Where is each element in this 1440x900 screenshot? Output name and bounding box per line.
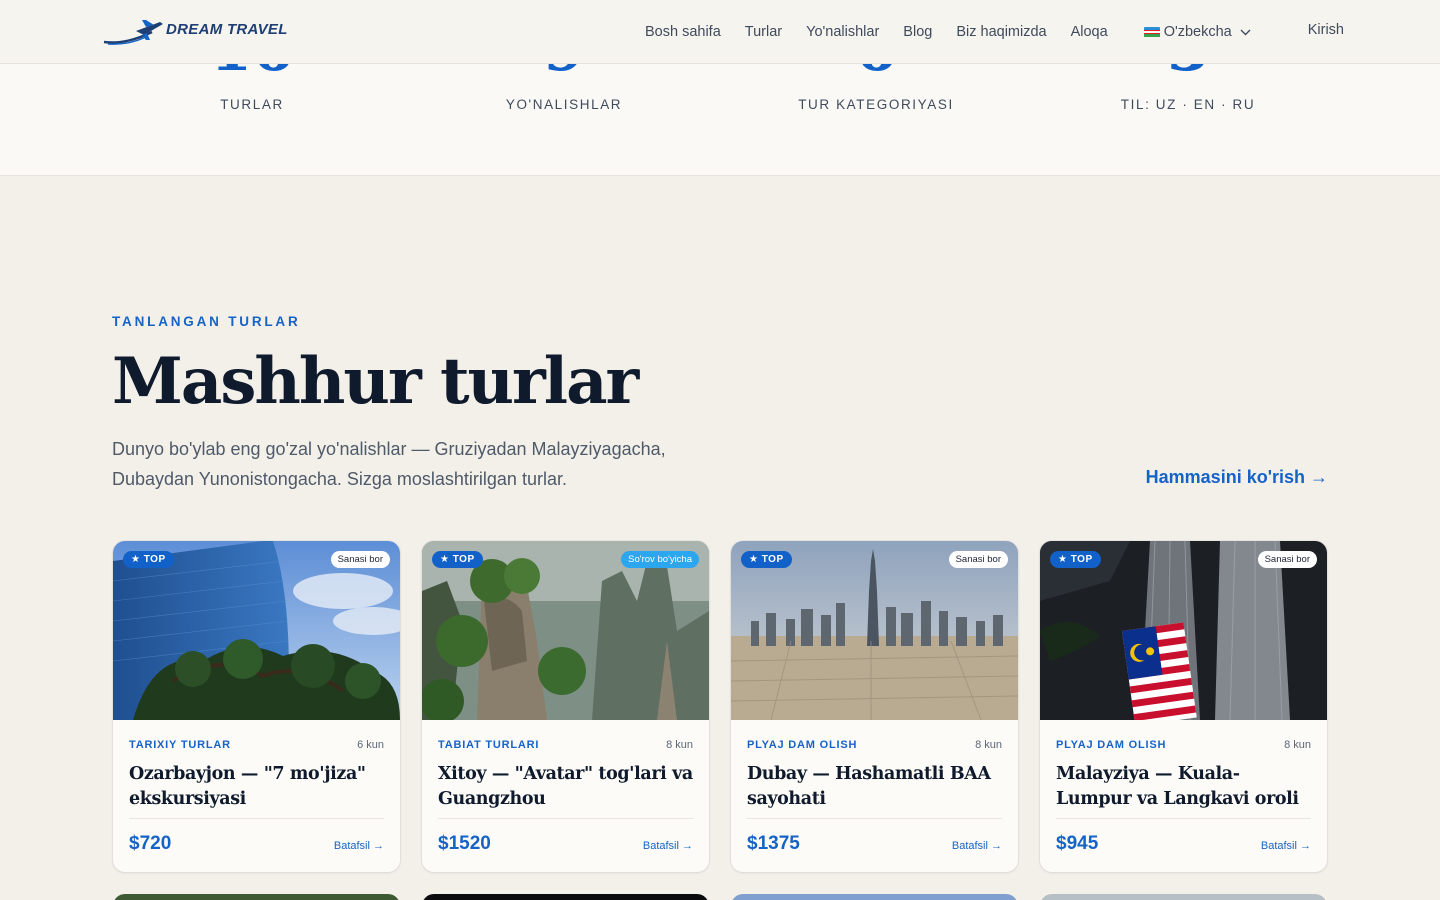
- top-badge: ★ TOP: [1050, 551, 1101, 568]
- top-badge: ★ TOP: [432, 551, 483, 568]
- uzbekistan-flag-icon: [1143, 26, 1160, 38]
- details-link[interactable]: Batafsil →: [952, 840, 1002, 852]
- tour-price: $945: [1056, 833, 1099, 854]
- top-badge: ★ TOP: [123, 551, 174, 568]
- section-title: Mashhur turlar: [112, 344, 639, 419]
- top-badge: ★ TOP: [741, 551, 792, 568]
- section-subtitle: Dunyo bo'ylab eng go'zal yo'nalishlar — …: [112, 439, 666, 489]
- chevron-down-icon: [1240, 29, 1251, 35]
- divider: [438, 818, 693, 819]
- tour-card[interactable]: ★ TOP Sanasi bor PLYAJ DAM OLISH 8 kun D…: [731, 541, 1018, 872]
- details-link[interactable]: Batafsil →: [334, 840, 384, 852]
- divider: [747, 818, 1002, 819]
- main-nav: Bosh sahifa Turlar Yo'nalishlar Blog Biz…: [645, 0, 1251, 64]
- language-label: O'zbekcha: [1163, 24, 1232, 40]
- login-link[interactable]: Kirish: [1308, 22, 1344, 38]
- tour-category: PLYAJ DAM OLISH: [747, 739, 858, 751]
- site-header: DREAM TRAVEL Bosh sahifa Turlar Yo'nalis…: [0, 0, 1440, 64]
- date-badge: So'rov bo'yicha: [621, 551, 699, 568]
- section-eyebrow: TANLANGAN TURLAR: [112, 314, 301, 329]
- tour-category: PLYAJ DAM OLISH: [1056, 739, 1167, 751]
- divider: [129, 818, 384, 819]
- details-link[interactable]: Batafsil →: [1261, 840, 1311, 852]
- tour-title[interactable]: Ozarbayjon — "7 mo'jiza" ekskursiyasi: [129, 762, 384, 812]
- nav-item-tours[interactable]: Turlar: [745, 24, 782, 40]
- nav-item-home[interactable]: Bosh sahifa: [645, 24, 721, 40]
- stat-label: YO'NALISHLAR: [505, 97, 623, 112]
- divider: [1056, 818, 1311, 819]
- tour-price: $720: [129, 833, 172, 854]
- tour-card[interactable]: ★ TOP Sanasi bor TARIXIY TURLAR 6 kun Oz…: [113, 541, 400, 872]
- tour-card[interactable]: ★ TOP Sanasi bor PLYAJ DAM OLISH 8 kun M…: [1040, 541, 1327, 872]
- tour-card-peek[interactable]: [113, 894, 400, 900]
- tour-card-peek[interactable]: [422, 894, 709, 900]
- details-link[interactable]: Batafsil →: [643, 840, 693, 852]
- logo[interactable]: DREAM TRAVEL: [102, 16, 288, 48]
- stat-label: TIL: UZ · EN · RU: [1120, 97, 1256, 112]
- tour-duration: 8 kun: [1284, 739, 1311, 751]
- stats-band: 16 TURLAR 9 YO'NALISHLAR 6 TUR KATEGORIY…: [0, 64, 1440, 176]
- nav-item-blog[interactable]: Blog: [903, 24, 932, 40]
- tour-price: $1375: [747, 833, 800, 854]
- tour-card-peek[interactable]: [1040, 894, 1327, 900]
- date-badge: Sanasi bor: [330, 551, 390, 568]
- nav-item-about[interactable]: Biz haqimizda: [956, 24, 1046, 40]
- tour-title[interactable]: Malayziya — Kuala-Lumpur va Langkavi oro…: [1056, 762, 1311, 812]
- tour-card[interactable]: ★ TOP So'rov bo'yicha TABIAT TURLARI 8 k…: [422, 541, 709, 872]
- date-badge: Sanasi bor: [948, 551, 1008, 568]
- tour-duration: 8 kun: [975, 739, 1002, 751]
- tour-duration: 8 kun: [666, 739, 693, 751]
- nav-item-contact[interactable]: Aloqa: [1071, 24, 1108, 40]
- nav-item-destinations[interactable]: Yo'nalishlar: [806, 24, 879, 40]
- tour-category: TABIAT TURLARI: [438, 739, 540, 751]
- stat-label: TUR KATEGORIYASI: [798, 97, 954, 112]
- see-all-link[interactable]: Hammasini ko'rish →: [1146, 467, 1328, 488]
- language-selector[interactable]: O'zbekcha: [1143, 24, 1251, 40]
- date-badge: Sanasi bor: [1257, 551, 1317, 568]
- tour-price: $1520: [438, 833, 491, 854]
- airplane-icon: [103, 20, 163, 45]
- tour-title[interactable]: Xitoy — "Avatar" tog'lari va Guangzhou: [438, 762, 693, 812]
- brand-name: DREAM TRAVEL: [166, 20, 288, 38]
- tour-title[interactable]: Dubay — Hashamatli BAA sayohati: [747, 762, 1002, 812]
- tour-category: TARIXIY TURLAR: [129, 739, 231, 751]
- tour-card-peek[interactable]: [731, 894, 1018, 900]
- tour-duration: 6 kun: [357, 739, 384, 751]
- stat-label: TURLAR: [220, 97, 284, 112]
